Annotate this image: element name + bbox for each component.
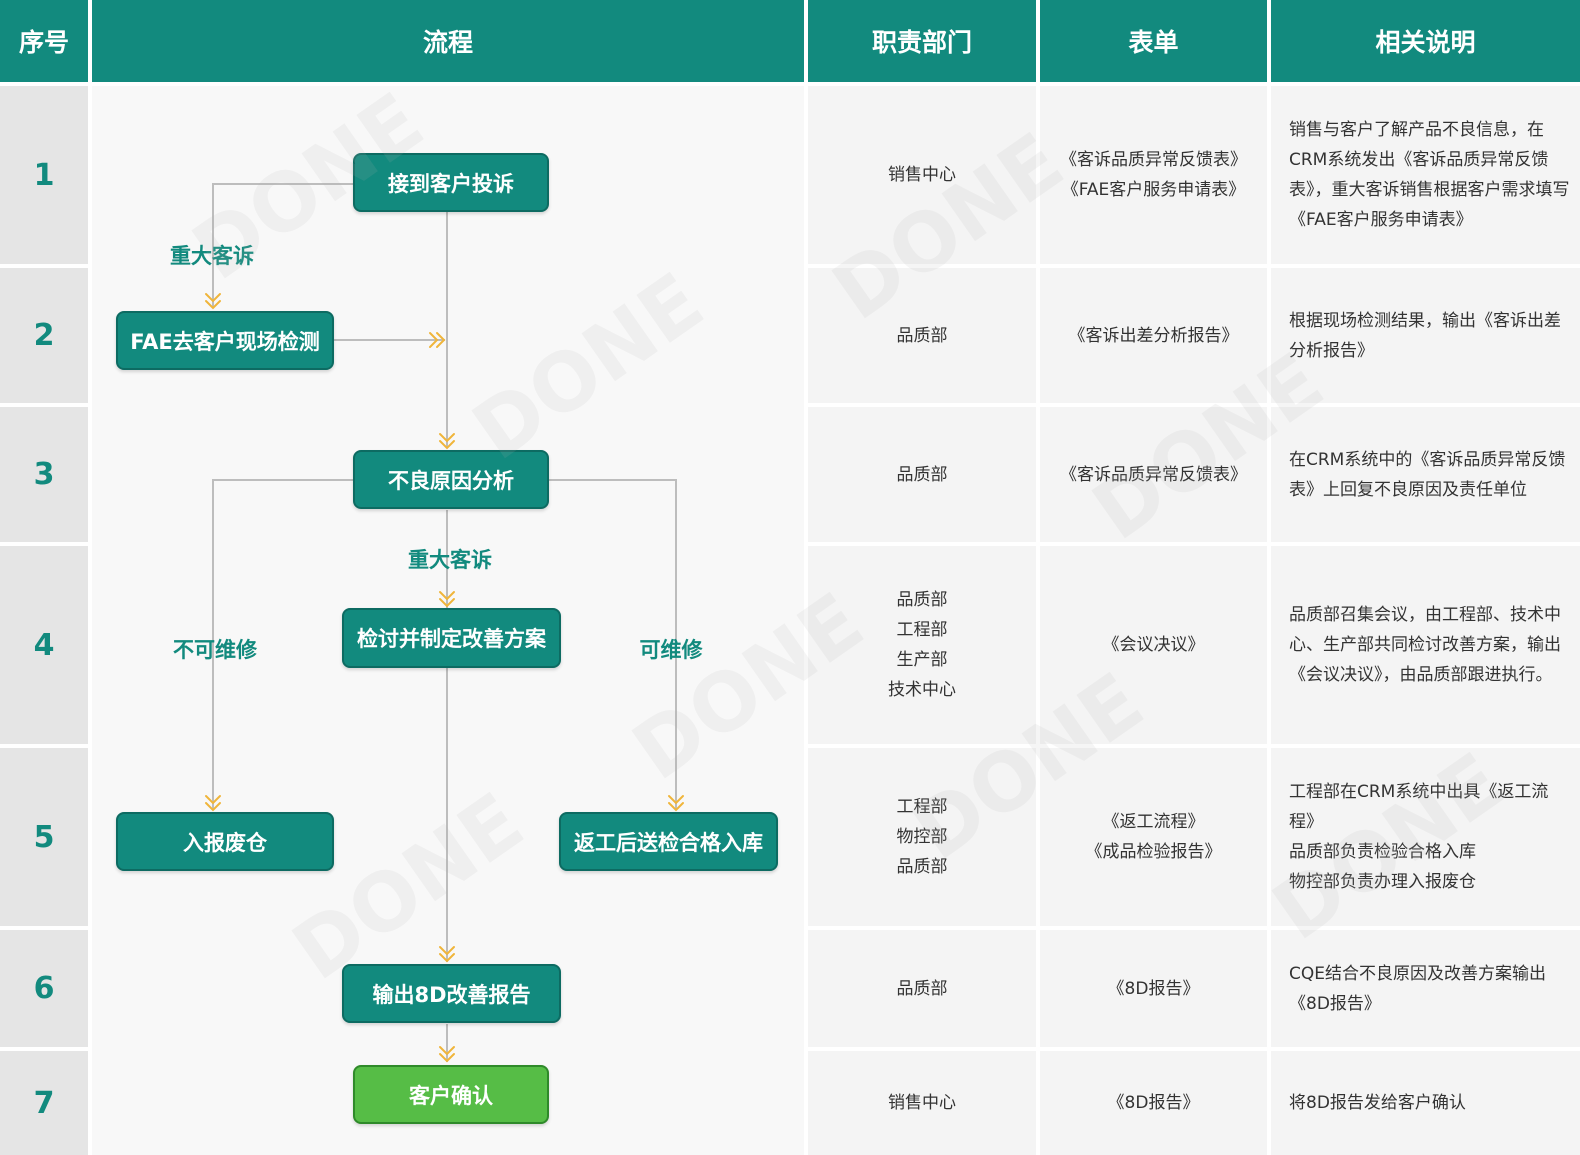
edge-label-repairable: 可维修: [639, 638, 703, 662]
node-8d-report: 输出8D改善报告: [342, 964, 561, 1023]
node-fae-onsite-inspection: FAE去客户现场检测: [116, 311, 334, 370]
node-customer-confirm: 客户确认: [353, 1065, 549, 1124]
flow-connectors: [205, 183, 684, 1063]
node-improvement-plan: 检讨并制定改善方案: [342, 608, 561, 668]
node-defect-analysis: 不良原因分析: [353, 450, 549, 509]
node-receive-complaint: 接到客户投诉: [353, 153, 549, 212]
edge-label-major: 重大客诉: [408, 548, 492, 572]
edge-label-not-repairable: 不可维修: [173, 638, 257, 662]
edge-label-major: 重大客诉: [170, 244, 254, 268]
node-scrap-warehouse: 入报废仓: [116, 812, 334, 871]
node-rework-stock: 返工后送检合格入库: [559, 812, 778, 871]
